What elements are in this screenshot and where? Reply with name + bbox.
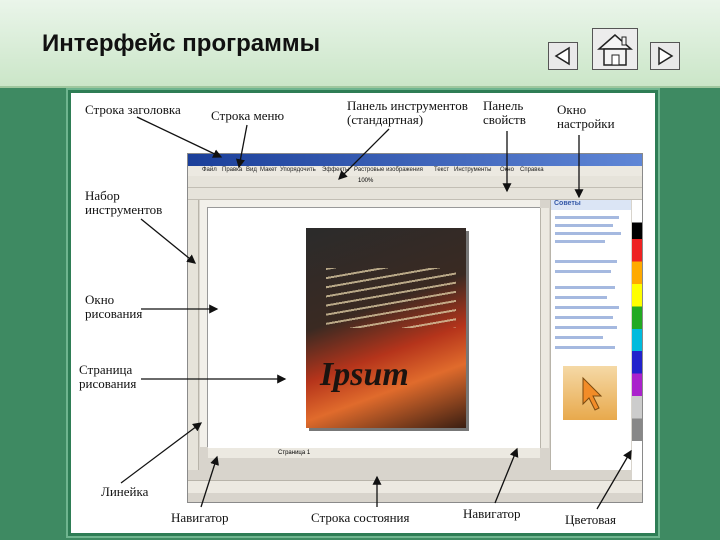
cursor-arrow-icon xyxy=(582,376,603,411)
color-palette[interactable] xyxy=(632,200,642,480)
menu-item[interactable]: Справка xyxy=(520,167,544,173)
zoom-level[interactable]: 100% xyxy=(358,178,373,184)
home-button[interactable] xyxy=(592,28,638,70)
docker-title: Советы xyxy=(551,200,631,210)
app-title-bar xyxy=(188,154,642,166)
docker-text-line xyxy=(555,216,619,219)
pointer-hint-image xyxy=(563,366,617,420)
docker-text-line xyxy=(555,296,607,299)
menu-item[interactable]: Вид xyxy=(246,167,257,173)
arrow-title-bar xyxy=(136,116,223,158)
docker-text-line xyxy=(555,306,619,309)
slide-title: Интерфейс программы xyxy=(42,30,321,57)
vertical-ruler[interactable] xyxy=(200,207,208,447)
docker-window: Советы xyxy=(550,200,631,470)
triangle-left-icon xyxy=(554,46,570,66)
status-bar xyxy=(188,480,642,493)
label-menu-bar: Строка меню xyxy=(211,108,285,123)
home-icon xyxy=(597,34,633,66)
label-ruler: Линейка xyxy=(101,484,149,499)
guitar-strings-graphic xyxy=(326,268,456,328)
drawing-page[interactable]: Ipsum xyxy=(306,228,466,428)
slide-header: Интерфейс программы xyxy=(0,0,720,88)
docker-text-line xyxy=(555,286,615,289)
label-standard-toolbar: Панель инструментов (стандартная) xyxy=(347,98,468,127)
horizontal-ruler[interactable] xyxy=(200,200,540,208)
menu-item[interactable]: Эффекты xyxy=(322,167,349,173)
annotated-screenshot: Файл Правка Вид Макет Упорядочить Эффект… xyxy=(68,90,658,536)
poster-word: Ipsum xyxy=(320,356,409,393)
app-menu-bar: Файл Правка Вид Макет Упорядочить Эффект… xyxy=(188,166,642,176)
label-docker: Окно настройки xyxy=(557,102,615,131)
label-property-bar: Панель свойств xyxy=(483,98,526,127)
label-drawing-window: Окно рисования xyxy=(85,292,143,321)
docker-text-line xyxy=(555,240,605,243)
menu-item[interactable]: Инструменты xyxy=(454,167,491,173)
next-slide-button[interactable] xyxy=(650,42,680,70)
docker-text-line xyxy=(555,224,613,227)
vertical-scrollbar[interactable] xyxy=(540,208,549,448)
menu-item[interactable]: Растровые изображения xyxy=(354,167,423,173)
docker-text-line xyxy=(555,316,613,319)
label-color-palette: Цветовая xyxy=(565,512,616,527)
docker-text-line xyxy=(555,336,603,339)
docker-text-line xyxy=(555,326,617,329)
label-status-bar: Строка состояния xyxy=(311,510,410,525)
toolbox[interactable] xyxy=(188,200,199,470)
page-tab[interactable]: Страница 1 xyxy=(278,450,310,456)
drawing-window[interactable]: Ipsum xyxy=(208,208,540,448)
label-navigator-left: Навигатор xyxy=(171,510,229,525)
docker-text-line xyxy=(555,260,617,263)
label-toolbox: Набор инструментов xyxy=(85,188,163,217)
menu-item[interactable]: Правка xyxy=(222,167,242,173)
menu-item[interactable]: Файл xyxy=(202,167,217,173)
menu-item[interactable]: Текст xyxy=(434,167,449,173)
label-navigator-right: Навигатор xyxy=(463,506,521,521)
triangle-right-icon xyxy=(658,46,674,66)
menu-item[interactable]: Упорядочить xyxy=(280,167,316,173)
page-navigator[interactable]: Страница 1 xyxy=(208,448,540,458)
label-drawing-page: Страница рисования xyxy=(79,362,137,391)
previous-slide-button[interactable] xyxy=(548,42,578,70)
docker-text-line xyxy=(555,346,615,349)
menu-item[interactable]: Макет xyxy=(260,167,277,173)
property-bar xyxy=(188,188,642,200)
docker-text-line xyxy=(555,270,611,273)
docker-text-line xyxy=(555,232,621,235)
menu-item[interactable]: Окно xyxy=(500,167,514,173)
label-title-bar: Строка заголовка xyxy=(85,102,181,117)
standard-toolbar: 100% xyxy=(188,176,642,188)
app-window: Файл Правка Вид Макет Упорядочить Эффект… xyxy=(187,153,643,503)
